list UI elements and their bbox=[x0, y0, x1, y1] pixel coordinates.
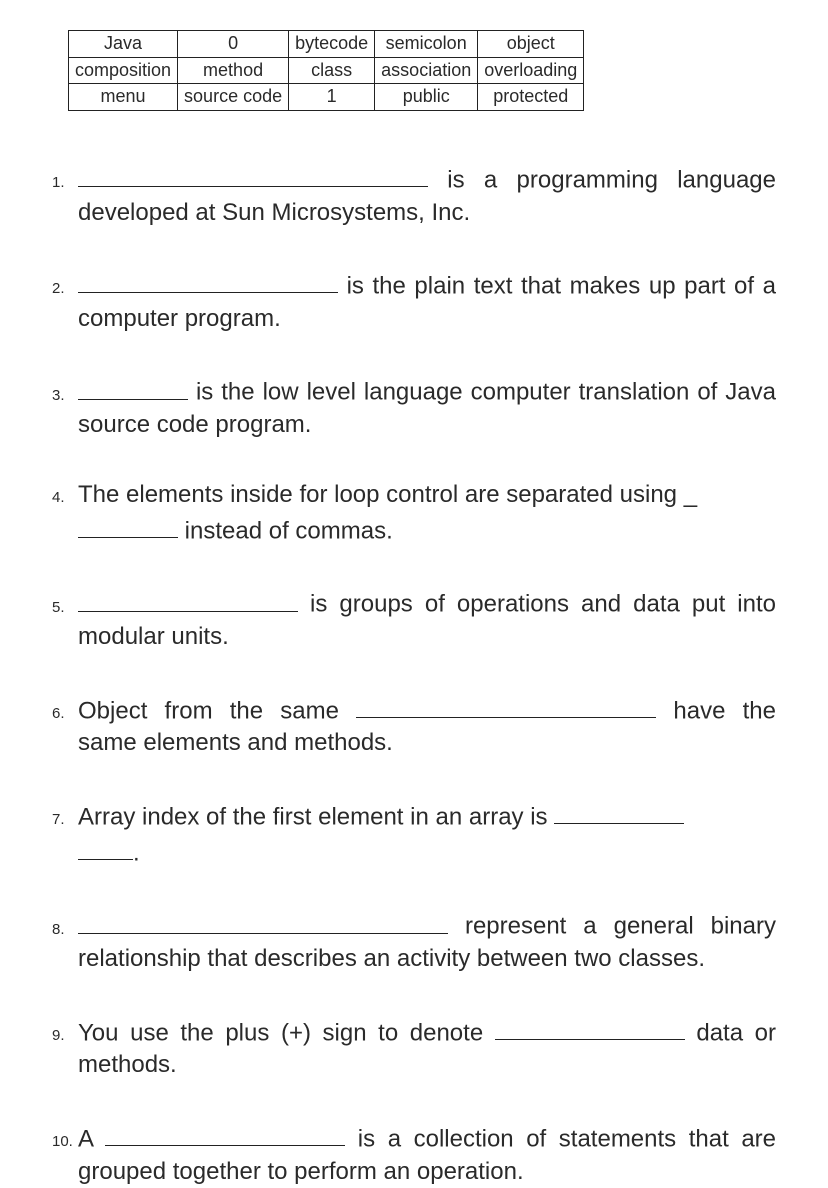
question-body: The elements inside for loop control are… bbox=[78, 479, 776, 547]
fill-blank[interactable] bbox=[78, 267, 338, 293]
wordbank-cell: protected bbox=[478, 84, 584, 111]
question-body: A is a collection of statements that are… bbox=[78, 1120, 776, 1188]
question-1: 1. is a programming language developed a… bbox=[52, 161, 776, 229]
wordbank-cell: public bbox=[375, 84, 478, 111]
question-text: Array index of the first element in an a… bbox=[78, 803, 554, 830]
fill-blank[interactable] bbox=[78, 907, 448, 933]
question-text: You use the plus (+) sign to denote bbox=[78, 1019, 495, 1046]
worksheet-page: Java 0 bytecode semicolon object composi… bbox=[0, 0, 828, 1188]
fill-blank[interactable] bbox=[495, 1014, 685, 1040]
question-number: 6. bbox=[52, 702, 78, 724]
question-9: 9. You use the plus (+) sign to denote d… bbox=[52, 1014, 776, 1082]
question-text: The elements inside for loop control are… bbox=[78, 481, 684, 508]
question-body: is a programming language developed at S… bbox=[78, 161, 776, 229]
table-row: Java 0 bytecode semicolon object bbox=[69, 31, 584, 58]
fill-blank[interactable] bbox=[554, 798, 684, 824]
wordbank-cell: association bbox=[375, 57, 478, 84]
question-text: instead of commas. bbox=[178, 517, 393, 544]
fill-blank[interactable] bbox=[78, 834, 133, 860]
wordbank-cell: 1 bbox=[289, 84, 375, 111]
question-text: A bbox=[78, 1125, 105, 1152]
wordbank-cell: menu bbox=[69, 84, 178, 111]
fill-blank[interactable] bbox=[78, 373, 188, 399]
question-number: 3. bbox=[52, 384, 78, 406]
question-3: 3. is the low level language computer tr… bbox=[52, 373, 776, 441]
question-body: is groups of operations and data put int… bbox=[78, 585, 776, 653]
question-5: 5. is groups of operations and data put … bbox=[52, 585, 776, 653]
question-6: 6. Object from the same have the same el… bbox=[52, 692, 776, 760]
wordbank-cell: 0 bbox=[178, 31, 289, 58]
question-text: . bbox=[133, 839, 140, 866]
question-number: 4. bbox=[52, 486, 78, 508]
wordbank-cell: overloading bbox=[478, 57, 584, 84]
fill-blank[interactable] bbox=[78, 161, 428, 187]
question-body: is the plain text that makes up part of … bbox=[78, 267, 776, 335]
question-7: 7. Array index of the first element in a… bbox=[52, 798, 776, 870]
fill-blank[interactable] bbox=[356, 692, 656, 718]
question-body: Array index of the first element in an a… bbox=[78, 798, 776, 870]
wordbank-cell: source code bbox=[178, 84, 289, 111]
question-number: 5. bbox=[52, 596, 78, 618]
table-row: composition method class association ove… bbox=[69, 57, 584, 84]
fill-blank[interactable] bbox=[78, 512, 178, 538]
question-body: is the low level language computer trans… bbox=[78, 373, 776, 441]
word-bank-table: Java 0 bytecode semicolon object composi… bbox=[68, 30, 584, 111]
wordbank-cell: semicolon bbox=[375, 31, 478, 58]
wordbank-cell: method bbox=[178, 57, 289, 84]
wordbank-cell: Java bbox=[69, 31, 178, 58]
question-number: 1. bbox=[52, 171, 78, 193]
question-number: 10. bbox=[52, 1130, 78, 1152]
question-8: 8. represent a general binary relationsh… bbox=[52, 907, 776, 975]
question-number: 9. bbox=[52, 1024, 78, 1046]
question-body: You use the plus (+) sign to denote data… bbox=[78, 1014, 776, 1082]
question-number: 7. bbox=[52, 808, 78, 830]
question-number: 2. bbox=[52, 277, 78, 299]
wordbank-cell: class bbox=[289, 57, 375, 84]
question-number: 8. bbox=[52, 918, 78, 940]
question-body: represent a general binary relationship … bbox=[78, 907, 776, 975]
question-4: 4. The elements inside for loop control … bbox=[52, 479, 776, 547]
fill-blank[interactable] bbox=[78, 585, 298, 611]
wordbank-cell: object bbox=[478, 31, 584, 58]
questions-list: 1. is a programming language developed a… bbox=[50, 161, 778, 1188]
question-text: _ bbox=[684, 481, 697, 508]
fill-blank[interactable] bbox=[105, 1120, 345, 1146]
wordbank-cell: bytecode bbox=[289, 31, 375, 58]
question-body: Object from the same have the same eleme… bbox=[78, 692, 776, 760]
question-2: 2. is the plain text that makes up part … bbox=[52, 267, 776, 335]
question-10: 10. A is a collection of statements that… bbox=[52, 1120, 776, 1188]
wordbank-cell: composition bbox=[69, 57, 178, 84]
table-row: menu source code 1 public protected bbox=[69, 84, 584, 111]
question-text: Object from the same bbox=[78, 697, 356, 724]
